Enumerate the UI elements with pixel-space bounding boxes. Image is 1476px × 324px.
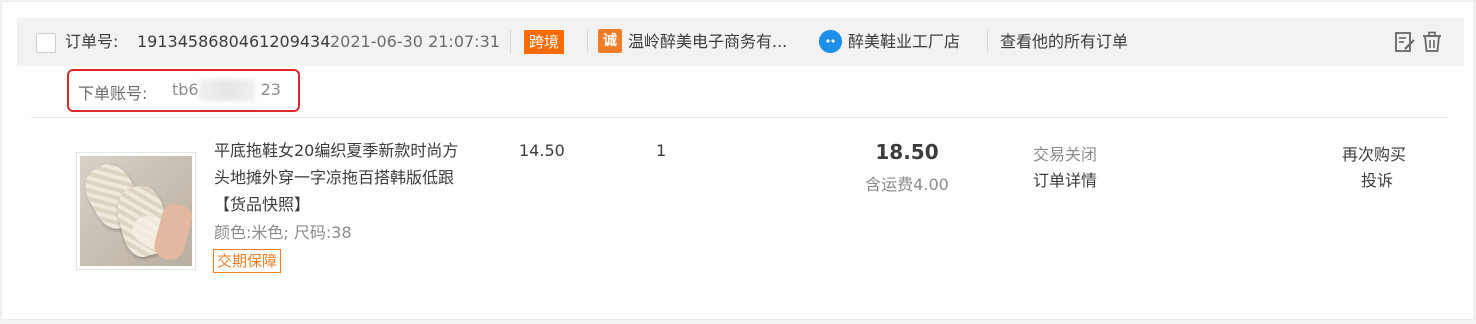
divider <box>587 30 588 54</box>
account-value-start: tb6 <box>172 80 199 99</box>
divider <box>987 30 988 54</box>
order-time: 2021-06-30 21:07:31 <box>330 32 500 51</box>
snapshot-link[interactable]: 【货品快照】 <box>214 195 310 214</box>
company-link[interactable]: 温岭醉美电子商务有... <box>628 31 787 53</box>
order-status: 交易关闭 <box>1033 145 1098 164</box>
account-value-end: 23 <box>260 80 281 99</box>
cross-border-badge: 跨境 <box>524 30 565 54</box>
product-title[interactable]: 平底拖鞋女20编织夏季新款时尚方头地摊外穿一字凉拖百搭韩版低跟 【货品快照】 <box>214 137 474 218</box>
quantity: 1 <box>656 141 667 160</box>
shipping-fee: 含运费4.00 <box>865 175 949 194</box>
rebuy-button[interactable]: 再次购买 <box>1342 141 1406 165</box>
product-title-text[interactable]: 平底拖鞋女20编织夏季新款时尚方头地摊外穿一字凉拖百搭韩版低跟 <box>214 141 458 187</box>
view-all-orders-link[interactable]: 查看他的所有订单 <box>1000 31 1128 53</box>
order-total: 18.50 <box>875 140 939 164</box>
edit-note-icon[interactable] <box>1393 30 1417 54</box>
chat-bubble-icon-svg <box>819 30 842 53</box>
order-checkbox[interactable] <box>36 33 56 53</box>
account-redaction-blur <box>199 79 255 101</box>
order-number-label: 订单号: <box>65 32 119 51</box>
order-number: 1913458680461209434 <box>137 32 331 51</box>
guarantee-badge[interactable]: 交期保障 <box>213 249 282 273</box>
account-label: 下单账号: <box>78 84 148 103</box>
trash-icon-svg <box>1423 31 1441 52</box>
order-header: 订单号: 1913458680461209434 2021-06-30 21:0… <box>17 18 1464 66</box>
product-photo <box>80 156 192 266</box>
unit-price: 14.50 <box>519 141 565 160</box>
product-image[interactable] <box>76 152 196 270</box>
edit-note-icon-svg <box>1395 32 1415 52</box>
order-detail-link[interactable]: 订单详情 <box>1033 167 1097 191</box>
shop-link[interactable]: 醉美鞋业工厂店 <box>848 31 960 53</box>
row-divider <box>31 117 1448 118</box>
trash-icon[interactable] <box>1420 30 1444 54</box>
product-sku: 颜色:米色; 尺码:38 <box>214 223 352 242</box>
divider <box>510 30 511 54</box>
complain-link[interactable]: 投诉 <box>1361 167 1393 191</box>
chat-bubble-icon[interactable] <box>819 30 842 53</box>
cheng-trust-icon: 诚 <box>598 29 622 53</box>
